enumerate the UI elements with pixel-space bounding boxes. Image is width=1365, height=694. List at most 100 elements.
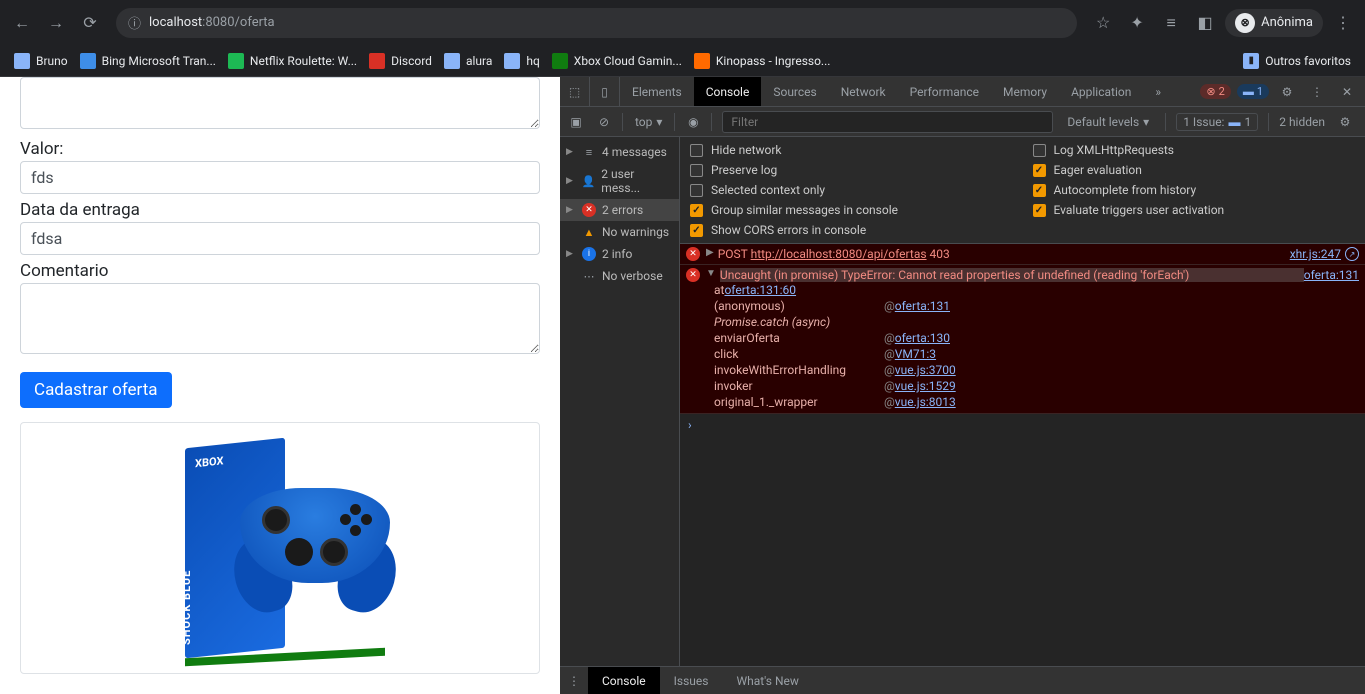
stack-link[interactable]: vue.js:3700: [895, 363, 956, 377]
source-map-icon[interactable]: ↗: [1345, 247, 1359, 261]
error-message: Uncaught (in promise) TypeError: Cannot …: [720, 268, 1304, 282]
toggle-sidebar-icon[interactable]: ▣: [564, 110, 588, 134]
console-setting-checkbox[interactable]: ✓Eager evaluation: [1033, 163, 1356, 177]
err-icon: ✕: [582, 203, 596, 217]
console-setting-checkbox[interactable]: ✓Autocomplete from history: [1033, 183, 1356, 197]
bookmark-item[interactable]: Bing Microsoft Tran...: [74, 49, 222, 73]
context-selector[interactable]: top ▾: [629, 113, 668, 131]
stack-frame: Promise.catch (async): [686, 314, 1359, 330]
console-setting-checkbox[interactable]: ✓Group similar messages in console: [690, 203, 1013, 217]
bookmark-item[interactable]: Bruno: [8, 49, 74, 73]
collapse-arrow-icon[interactable]: ▼: [706, 268, 716, 282]
devtools-tab-application[interactable]: Application: [1059, 77, 1143, 106]
bookmark-item[interactable]: alura: [438, 49, 498, 73]
expand-icon: ▶: [566, 205, 576, 215]
devtools-tab-performance[interactable]: Performance: [898, 77, 991, 106]
bookmark-item[interactable]: Xbox Cloud Gamin...: [546, 49, 688, 73]
stack-link[interactable]: oferta:131: [895, 299, 950, 313]
console-setting-checkbox[interactable]: ✓Show CORS errors in console: [690, 223, 1013, 237]
inspect-icon[interactable]: ⬚: [560, 77, 590, 106]
bookmark-item[interactable]: Discord: [363, 49, 438, 73]
stack-frame: original_1._wrapper@ vue.js:8013: [686, 394, 1359, 410]
console-setting-checkbox[interactable]: Selected context only: [690, 183, 1013, 197]
side-panel-icon[interactable]: ◧: [1191, 9, 1219, 37]
webpage-content: Valor: Data da entraga Comentario Cadast…: [0, 77, 560, 694]
favicon-icon: [444, 53, 460, 69]
sidebar-filter-item[interactable]: ▶≡4 messages: [560, 141, 679, 163]
hidden-count[interactable]: 2 hidden: [1279, 115, 1325, 129]
back-button[interactable]: ←: [8, 9, 36, 37]
cadastrar-oferta-button[interactable]: Cadastrar oferta: [20, 372, 172, 408]
stack-link[interactable]: VM71:3: [895, 347, 936, 361]
settings-icon[interactable]: ⚙: [1275, 80, 1299, 104]
forward-button[interactable]: →: [42, 9, 70, 37]
log-levels-selector[interactable]: Default levels ▾: [1061, 113, 1155, 131]
expand-icon: ▶: [566, 249, 576, 259]
comentario-label: Comentario: [20, 261, 540, 281]
request-url-link[interactable]: http://localhost:8080/api/ofertas: [751, 247, 927, 261]
stack-link[interactable]: oferta:130: [895, 331, 950, 345]
reading-list-icon[interactable]: ≡: [1157, 9, 1185, 37]
console-settings-icon[interactable]: ⚙: [1333, 110, 1357, 134]
sidebar-filter-item[interactable]: ▶👤2 user mess...: [560, 163, 679, 199]
drawer-tab-console[interactable]: Console: [588, 667, 660, 694]
console-setting-checkbox[interactable]: Hide network: [690, 143, 1013, 157]
devtools-tab-console[interactable]: Console: [694, 77, 762, 106]
other-bookmarks-folder[interactable]: ▮ Outros favoritos: [1237, 49, 1357, 73]
console-setting-checkbox[interactable]: Log XMLHttpRequests: [1033, 143, 1356, 157]
sidebar-filter-item[interactable]: ▶✕2 errors: [560, 199, 679, 221]
console-filter-input[interactable]: [722, 111, 1053, 133]
valor-input[interactable]: [20, 161, 540, 194]
console-setting-checkbox[interactable]: ✓Evaluate triggers user activation: [1033, 203, 1356, 217]
favicon-icon: [504, 53, 520, 69]
log-entry-network-error[interactable]: ✕ ▶ POST http://localhost:8080/api/ofert…: [680, 244, 1365, 265]
drawer-tab-issues[interactable]: Issues: [660, 667, 723, 694]
favicon-icon: [14, 53, 30, 69]
user-icon: 👤: [582, 174, 596, 188]
top-textarea[interactable]: [20, 77, 540, 129]
reload-button[interactable]: ⟳: [76, 9, 104, 37]
bookmark-star-icon[interactable]: ☆: [1089, 9, 1117, 37]
address-bar[interactable]: ⓘ localhost:8080/oferta: [116, 8, 1077, 38]
site-info-icon[interactable]: ⓘ: [128, 13, 141, 32]
clear-console-icon[interactable]: ⊘: [592, 110, 616, 134]
live-expression-icon[interactable]: ◉: [681, 110, 705, 134]
devtools-tab-sources[interactable]: Sources: [761, 77, 828, 106]
console-setting-checkbox[interactable]: Preserve log: [690, 163, 1013, 177]
sidebar-filter-item[interactable]: ▶i2 info: [560, 243, 679, 265]
drawer-menu-icon[interactable]: ⋮: [560, 674, 588, 688]
devtools-tab-elements[interactable]: Elements: [620, 77, 694, 106]
console-prompt[interactable]: ›: [680, 414, 1365, 436]
sidebar-filter-item[interactable]: ⋯No verbose: [560, 265, 679, 287]
browser-menu-icon[interactable]: ⋮: [1329, 9, 1357, 37]
device-toggle-icon[interactable]: ▯: [590, 77, 620, 106]
bookmark-item[interactable]: hq: [498, 49, 545, 73]
source-link[interactable]: oferta:131: [1304, 268, 1359, 282]
expand-arrow-icon[interactable]: ▶: [706, 247, 714, 261]
stack-link[interactable]: oferta:131:60: [724, 283, 796, 297]
source-link[interactable]: xhr.js:247: [1290, 247, 1341, 261]
log-entry-exception[interactable]: ✕ ▼ Uncaught (in promise) TypeError: Can…: [680, 265, 1365, 414]
console-output: ✕ ▶ POST http://localhost:8080/api/ofert…: [680, 244, 1365, 666]
extensions-icon[interactable]: ✦: [1123, 9, 1151, 37]
sidebar-filter-item[interactable]: ▲No warnings: [560, 221, 679, 243]
checkbox-icon: ✓: [690, 224, 703, 237]
expand-icon: ▶: [566, 147, 576, 157]
checkbox-icon: ✓: [690, 204, 703, 217]
issues-inline-badge[interactable]: 1 Issue: ▬ 1: [1176, 113, 1258, 131]
more-tabs-icon[interactable]: »: [1143, 77, 1173, 106]
drawer-tab-what-s-new[interactable]: What's New: [722, 667, 812, 694]
devtools-tab-memory[interactable]: Memory: [991, 77, 1059, 106]
bookmark-item[interactable]: Kinopass - Ingresso...: [688, 49, 837, 73]
stack-link[interactable]: vue.js:8013: [895, 395, 956, 409]
devtools-tab-network[interactable]: Network: [829, 77, 898, 106]
stack-link[interactable]: vue.js:1529: [895, 379, 956, 393]
bookmark-item[interactable]: Netflix Roulette: W...: [222, 49, 363, 73]
devtools-menu-icon[interactable]: ⋮: [1305, 80, 1329, 104]
issue-count-badge[interactable]: ▬ 1: [1237, 84, 1269, 99]
error-count-badge[interactable]: ⊗ 2: [1200, 84, 1230, 99]
data-entrega-input[interactable]: [20, 222, 540, 255]
comentario-textarea[interactable]: [20, 283, 540, 354]
profile-chip[interactable]: ⊗ Anônima: [1225, 9, 1323, 37]
close-devtools-icon[interactable]: ✕: [1335, 80, 1359, 104]
